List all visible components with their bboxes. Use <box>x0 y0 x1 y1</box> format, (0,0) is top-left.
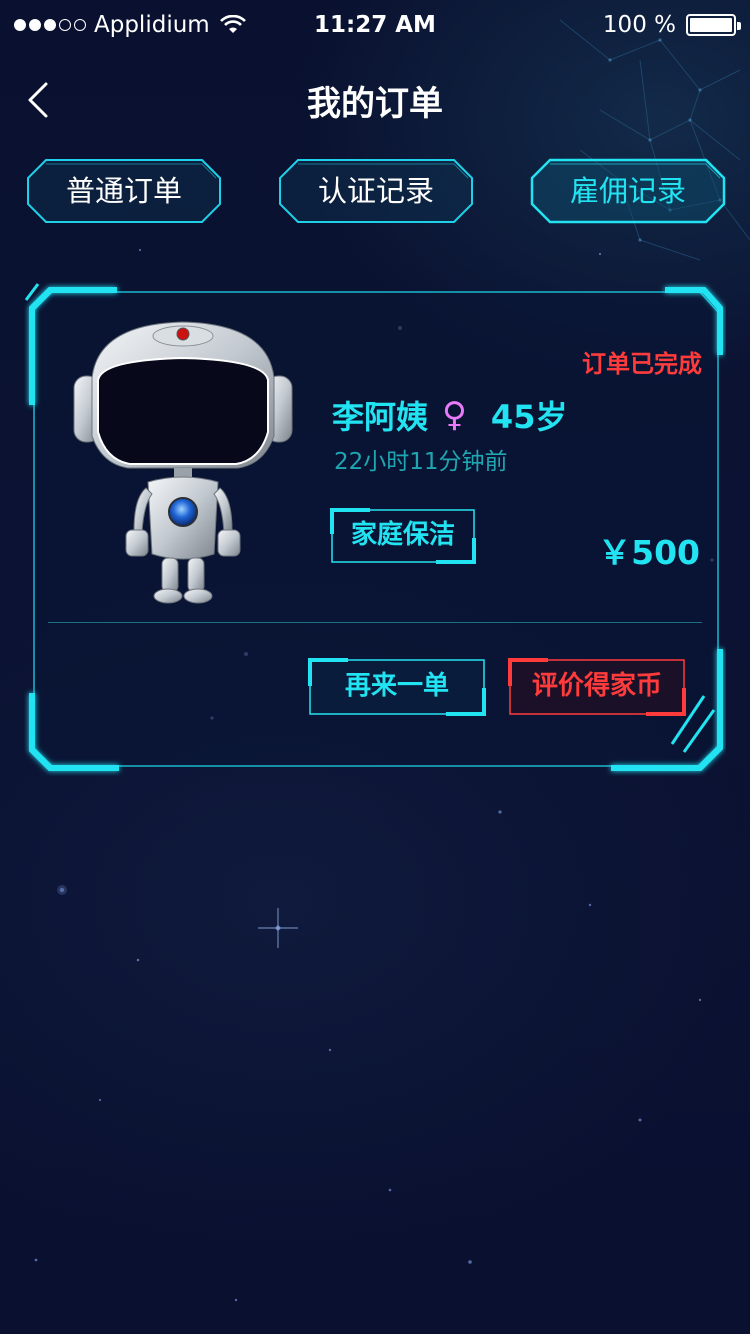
service-type-tag: 家庭保洁 <box>330 508 476 564</box>
tab-employment-records[interactable]: 雇佣记录 <box>530 158 726 224</box>
robot-avatar <box>73 321 293 604</box>
review-button-label: 评价得家币 <box>531 671 662 701</box>
tab-normal-orders[interactable]: 普通订单 <box>26 158 222 224</box>
tab-label: 普通订单 <box>65 174 182 208</box>
review-button[interactable]: 评价得家币 <box>508 658 686 716</box>
order-status-badge: 订单已完成 <box>582 350 702 378</box>
tab-label: 雇佣记录 <box>569 174 686 208</box>
caregiver-name: 李阿姨 <box>332 398 429 436</box>
service-type-label: 家庭保洁 <box>350 520 455 550</box>
reorder-button-label: 再来一单 <box>344 671 449 701</box>
reorder-button[interactable]: 再来一单 <box>308 658 486 716</box>
battery-icon <box>686 14 741 36</box>
status-bar-right: 100 % <box>602 12 741 38</box>
tab-certification-records[interactable]: 认证记录 <box>278 158 474 224</box>
female-gender-icon: ♀ <box>442 395 467 435</box>
card-divider <box>48 622 702 623</box>
order-price: ￥500 <box>598 533 700 572</box>
tab-label: 认证记录 <box>317 174 434 208</box>
status-bar: Applidium 11:27 AM 100 % <box>0 0 750 54</box>
order-timestamp: 22小时11分钟前 <box>334 449 508 475</box>
order-card[interactable]: 订单已完成 李阿姨 ♀ 45岁 22小时11分钟前 家庭保洁 ￥500 再来一单… <box>24 282 726 776</box>
caregiver-info: 李阿姨 ♀ 45岁 <box>332 392 567 438</box>
battery-percentage: 100 % <box>602 12 676 38</box>
caregiver-age: 45岁 <box>490 398 568 436</box>
page-title: 我的订单 <box>307 84 443 124</box>
